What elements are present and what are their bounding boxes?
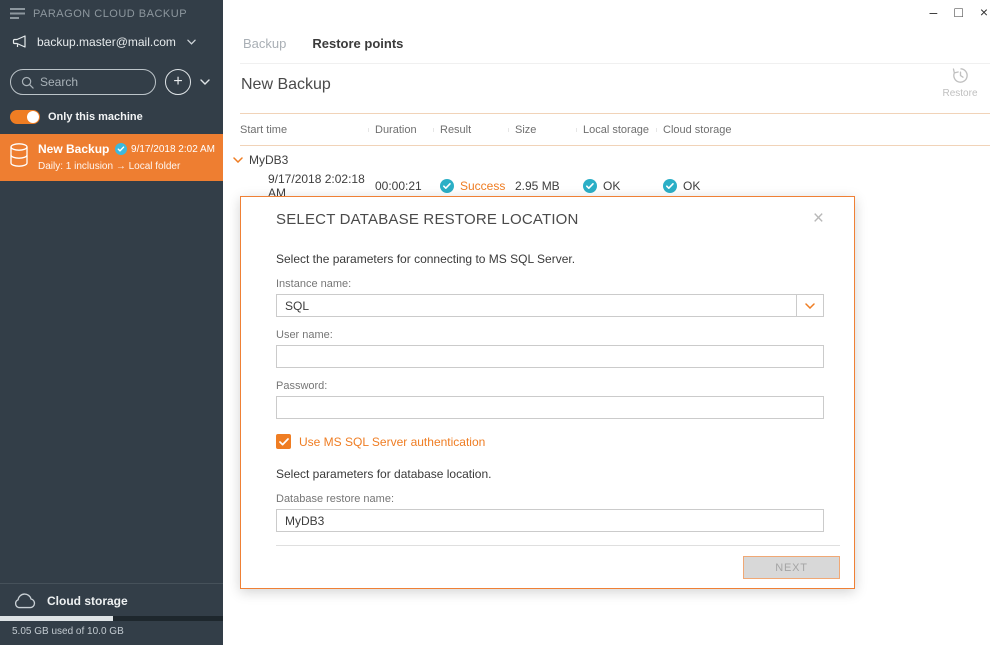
- account-menu[interactable]: backup.master@mail.com: [0, 26, 223, 58]
- tab-restore-points[interactable]: Restore points: [312, 36, 403, 51]
- app-logo-icon: [10, 7, 25, 20]
- tab-bar: Backup Restore points: [243, 36, 403, 51]
- cell-duration: 00:00:21: [375, 179, 440, 193]
- column-start-time[interactable]: Start time: [240, 124, 375, 136]
- restore-label: Restore: [942, 88, 977, 99]
- dialog-close-icon[interactable]: ×: [813, 209, 824, 228]
- chevron-down-icon[interactable]: [796, 295, 823, 316]
- column-cloud-storage[interactable]: Cloud storage: [663, 124, 990, 136]
- search-box[interactable]: [10, 69, 156, 95]
- search-input[interactable]: [40, 75, 145, 89]
- dialog-connect-intro: Select the parameters for connecting to …: [276, 252, 824, 266]
- cell-cloud-storage: OK: [663, 179, 990, 193]
- search-icon: [21, 76, 34, 89]
- machine-filter-row: Only this machine: [0, 104, 223, 134]
- minimize-button[interactable]: –: [930, 4, 938, 20]
- column-result[interactable]: Result: [440, 124, 515, 136]
- group-name: MyDB3: [249, 153, 288, 167]
- instance-name-select[interactable]: SQL: [276, 294, 824, 317]
- close-button[interactable]: ×: [980, 4, 988, 20]
- checkbox-checked-icon[interactable]: [276, 434, 291, 449]
- local-storage-text: OK: [603, 179, 620, 193]
- cloud-storage-text: OK: [683, 179, 700, 193]
- chevron-down-icon[interactable]: [200, 79, 210, 85]
- announcement-icon: [12, 35, 28, 49]
- tab-backup[interactable]: Backup: [243, 36, 286, 51]
- backup-database-icon: [8, 142, 30, 172]
- column-size[interactable]: Size: [515, 124, 583, 136]
- dialog-location-intro: Select parameters for database location.: [276, 467, 824, 481]
- table-header: Start time Duration Result Size Local st…: [240, 113, 990, 146]
- user-name-input[interactable]: [276, 345, 824, 368]
- backup-last-date: 9/17/2018 2:02 AM: [131, 144, 215, 155]
- cell-result: Success: [440, 179, 515, 193]
- account-email: backup.master@mail.com: [37, 35, 176, 49]
- dialog-title: SELECT DATABASE RESTORE LOCATION: [276, 211, 579, 228]
- next-button[interactable]: NEXT: [743, 556, 840, 579]
- sidebar: PARAGON CLOUD BACKUP backup.master@mail.…: [0, 0, 223, 645]
- result-text: Success: [460, 179, 505, 193]
- cloud-storage-title: Cloud storage: [47, 594, 128, 608]
- instance-name-label: Instance name:: [276, 278, 824, 291]
- chevron-down-icon: [187, 39, 196, 45]
- user-name-label: User name:: [276, 329, 824, 342]
- check-circle-icon: [440, 179, 454, 193]
- instance-name-value: SQL: [277, 299, 796, 313]
- only-this-machine-toggle[interactable]: [10, 110, 40, 124]
- column-local-storage[interactable]: Local storage: [583, 124, 663, 136]
- page-title: New Backup: [241, 76, 331, 94]
- window-controls: – □ ×: [930, 4, 988, 20]
- dialog-footer: NEXT: [276, 545, 840, 579]
- restore-points-table: Start time Duration Result Size Local st…: [240, 113, 990, 201]
- sql-auth-checkbox-row[interactable]: Use MS SQL Server authentication: [276, 434, 824, 449]
- backup-name: New Backup: [38, 142, 109, 156]
- password-input[interactable]: [276, 396, 824, 419]
- check-circle-icon: [115, 143, 127, 155]
- app-header: PARAGON CLOUD BACKUP: [0, 0, 223, 26]
- only-this-machine-label: Only this machine: [48, 111, 143, 123]
- maximize-button[interactable]: □: [954, 4, 962, 20]
- tabs-divider: [240, 63, 990, 64]
- cloud-storage-usage: 5.05 GB used of 10.0 GB: [0, 621, 223, 645]
- cloud-storage-section: Cloud storage 5.05 GB used of 10.0 GB: [0, 583, 223, 645]
- group-row[interactable]: MyDB3: [233, 146, 990, 171]
- restore-location-dialog: SELECT DATABASE RESTORE LOCATION × Selec…: [240, 196, 855, 589]
- backup-subtitle: Daily: 1 inclusion → Local folder: [38, 161, 215, 172]
- restore-icon: [951, 66, 970, 85]
- password-label: Password:: [276, 380, 824, 393]
- check-circle-icon: [583, 179, 597, 193]
- app-title: PARAGON CLOUD BACKUP: [33, 8, 187, 20]
- chevron-expanded-icon: [233, 157, 243, 163]
- backup-list-item[interactable]: New Backup 9/17/2018 2:02 AM Daily: 1 in…: [0, 134, 223, 181]
- cell-size: 2.95 MB: [515, 179, 583, 193]
- column-duration[interactable]: Duration: [375, 124, 440, 136]
- sql-auth-checkbox-label: Use MS SQL Server authentication: [299, 435, 485, 449]
- restore-button[interactable]: Restore: [936, 66, 984, 99]
- backup-date-badge: 9/17/2018 2:02 AM: [115, 143, 215, 155]
- add-backup-button[interactable]: +: [165, 69, 191, 95]
- cell-local-storage: OK: [583, 179, 663, 193]
- search-row: +: [0, 58, 223, 104]
- db-restore-name-label: Database restore name:: [276, 493, 824, 506]
- db-restore-name-input[interactable]: [276, 509, 824, 532]
- cloud-icon: [12, 592, 37, 609]
- check-circle-icon: [663, 179, 677, 193]
